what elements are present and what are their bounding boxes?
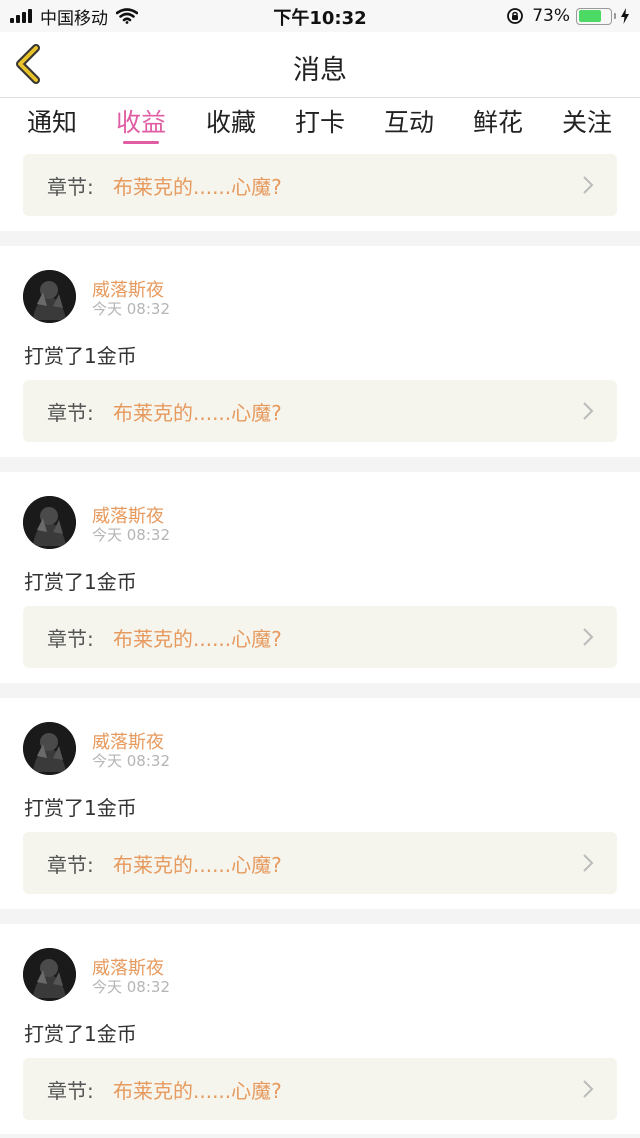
- chapter-link-card[interactable]: 章节: 布莱克的......心魔?: [23, 832, 617, 894]
- tab-following[interactable]: 关注: [542, 103, 632, 139]
- tab-notifications[interactable]: 通知: [7, 103, 97, 139]
- active-tab-indicator: [123, 141, 159, 144]
- timestamp: 今天 08:32: [92, 978, 170, 996]
- tab-label: 鲜花: [472, 108, 523, 137]
- chapter-prefix: 章节:: [47, 627, 94, 651]
- timestamp: 今天 08:32: [92, 752, 170, 770]
- charging-icon: [621, 8, 629, 24]
- message-text: 打赏了1金币: [24, 570, 137, 594]
- tab-label: 收藏: [205, 108, 256, 137]
- battery-cap: [614, 13, 616, 19]
- section-divider: [0, 457, 640, 472]
- tab-label: 打卡: [294, 108, 345, 137]
- chapter-prefix: 章节:: [47, 175, 94, 199]
- avatar[interactable]: [23, 270, 76, 323]
- tab-favorites[interactable]: 收藏: [186, 103, 276, 139]
- chapter-title: 布莱克的......心魔?: [113, 401, 282, 425]
- tab-bar: 通知 收益 收藏 打卡 互动 鲜花 关注: [0, 99, 640, 147]
- chapter-link-card[interactable]: 章节: 布莱克的......心魔?: [23, 154, 617, 216]
- section-divider: [0, 683, 640, 698]
- avatar[interactable]: [23, 948, 76, 1001]
- chevron-right-icon: [583, 176, 594, 194]
- avatar-image: [23, 270, 76, 323]
- avatar-image: [23, 948, 76, 1001]
- tab-label: 收益: [115, 108, 166, 137]
- timestamp: 今天 08:32: [92, 526, 170, 544]
- avatar[interactable]: [23, 722, 76, 775]
- tab-checkin[interactable]: 打卡: [275, 103, 365, 139]
- chapter-prefix: 章节:: [47, 853, 94, 877]
- chapter-link-card[interactable]: 章节: 布莱克的......心魔?: [23, 606, 617, 668]
- message-text: 打赏了1金币: [24, 796, 137, 820]
- chapter-link-card[interactable]: 章节: 布莱克的......心魔?: [23, 380, 617, 442]
- chapter-title: 布莱克的......心魔?: [113, 853, 282, 877]
- page-title: 消息: [293, 55, 347, 86]
- avatar[interactable]: [23, 496, 76, 549]
- chevron-right-icon: [583, 402, 594, 420]
- timestamp: 今天 08:32: [92, 300, 170, 318]
- nav-bar: 消息: [0, 32, 640, 98]
- tab-earnings[interactable]: 收益: [96, 103, 186, 144]
- chapter-title: 布莱克的......心魔?: [113, 627, 282, 651]
- message-text: 打赏了1金币: [24, 1022, 137, 1046]
- chapter-prefix: 章节:: [47, 401, 94, 425]
- chapter-prefix: 章节:: [47, 1079, 94, 1103]
- tab-interactions[interactable]: 互动: [364, 103, 454, 139]
- battery-fill: [578, 10, 602, 22]
- avatar-image: [23, 496, 76, 549]
- tab-label: 通知: [26, 108, 77, 137]
- status-bar: 中国移动 下午10:32 73%: [0, 0, 640, 32]
- chapter-link-card[interactable]: 章节: 布莱克的......心魔?: [23, 1058, 617, 1120]
- chapter-title: 布莱克的......心魔?: [113, 175, 282, 199]
- section-divider: [0, 231, 640, 246]
- message-text: 打赏了1金币: [24, 344, 137, 368]
- tab-flowers[interactable]: 鲜花: [453, 103, 543, 139]
- avatar-image: [23, 722, 76, 775]
- chevron-right-icon: [583, 1080, 594, 1098]
- chevron-right-icon: [583, 628, 594, 646]
- chapter-title: 布莱克的......心魔?: [113, 1079, 282, 1103]
- tab-label: 互动: [383, 108, 434, 137]
- orientation-lock-icon: [507, 8, 524, 24]
- battery-percent: 73%: [532, 6, 570, 26]
- tab-label: 关注: [561, 108, 612, 137]
- section-divider: [0, 1134, 640, 1138]
- section-divider: [0, 909, 640, 924]
- chevron-right-icon: [583, 854, 594, 872]
- status-right: 73%: [506, 5, 630, 27]
- battery-icon: [576, 7, 612, 25]
